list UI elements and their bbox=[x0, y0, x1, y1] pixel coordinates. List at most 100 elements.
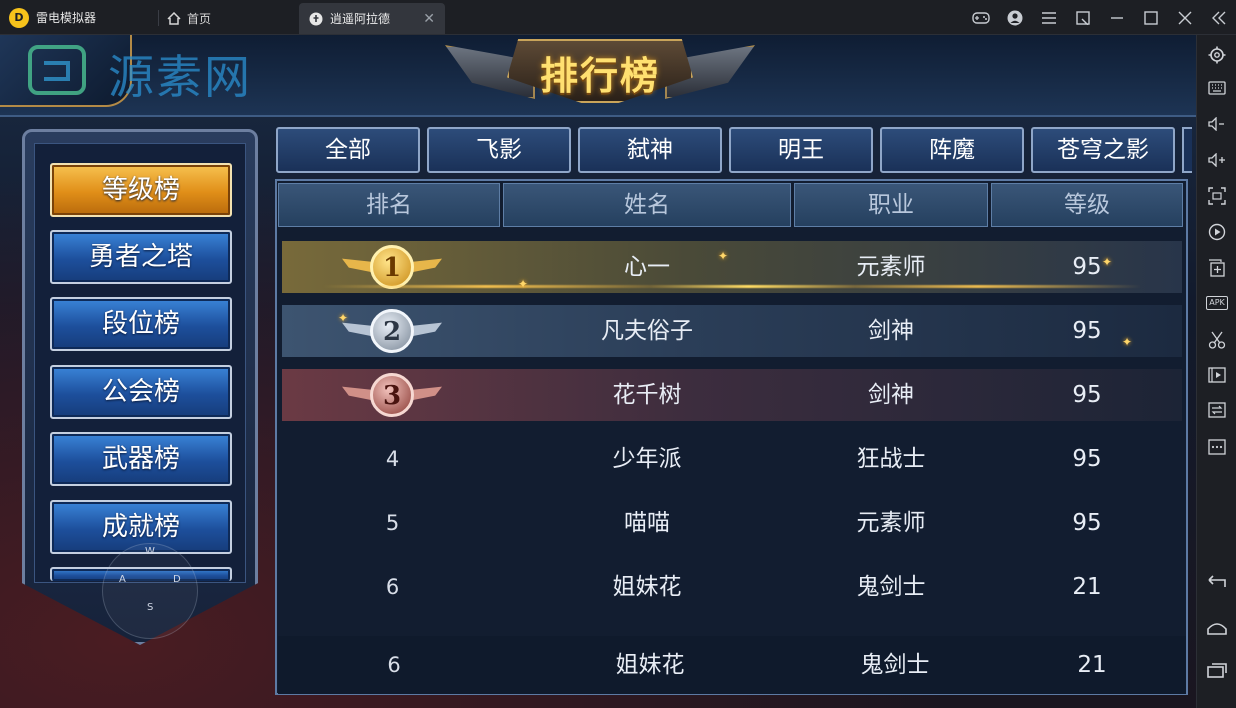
tab-shishen[interactable]: 弑神 bbox=[578, 127, 722, 173]
glow-streak bbox=[322, 285, 1142, 288]
player-name: 凡夫俗子 bbox=[601, 318, 693, 344]
my-level: 21 bbox=[1077, 652, 1107, 678]
column-header-class: 职业 bbox=[794, 183, 988, 227]
player-class: 剑神 bbox=[868, 318, 914, 344]
player-rank: 6 bbox=[385, 575, 400, 599]
joystick-key-down: S bbox=[147, 602, 154, 613]
tab-zhenmo[interactable]: 阵魔 bbox=[880, 127, 1024, 173]
tab-divider bbox=[158, 10, 159, 26]
player-level: 95 bbox=[1072, 446, 1102, 472]
sparkle-icon: ✦ bbox=[1102, 255, 1113, 269]
table-row[interactable]: 6 姐妹花 鬼剑士 21 bbox=[282, 561, 1182, 613]
table-row[interactable]: 2 凡夫俗子 剑神 95 ✦ ✦ bbox=[282, 305, 1182, 357]
table-row[interactable]: 5 喵喵 元素师 95 bbox=[282, 497, 1182, 549]
player-class: 狂战士 bbox=[856, 446, 926, 472]
volume-up-icon[interactable] bbox=[1197, 145, 1236, 175]
player-level: 95 bbox=[1072, 510, 1102, 536]
user-icon[interactable] bbox=[998, 0, 1032, 35]
joystick-key-left: A bbox=[119, 574, 126, 585]
home-icon bbox=[167, 11, 181, 25]
sparkle-icon: ✦ bbox=[338, 311, 349, 325]
sparkle-icon: ✦ bbox=[1122, 335, 1133, 349]
volume-down-icon[interactable] bbox=[1197, 109, 1236, 139]
gold-medal-icon: 1 bbox=[370, 245, 414, 289]
gamepad-icon[interactable] bbox=[964, 0, 998, 35]
menu-tier-rank-button[interactable]: 段位榜 bbox=[50, 297, 232, 351]
wasd-joystick[interactable]: W A D S bbox=[102, 543, 198, 639]
sync-icon[interactable] bbox=[1197, 395, 1236, 425]
scissors-icon[interactable] bbox=[1197, 325, 1236, 355]
table-row[interactable]: 1 心一 元素师 95 ✦ ✦ ✦ bbox=[282, 241, 1182, 293]
title-bar: D 雷电模拟器 首页 逍遥阿拉德 ✕ bbox=[0, 0, 1236, 35]
app-name: 雷电模拟器 bbox=[36, 11, 97, 25]
sparkle-icon: ✦ bbox=[518, 277, 529, 291]
tab-home[interactable]: 首页 bbox=[163, 6, 215, 30]
player-name: 姐妹花 bbox=[612, 574, 682, 600]
silver-medal-icon: 2 bbox=[370, 309, 414, 353]
screenshot-icon[interactable] bbox=[1197, 181, 1236, 211]
install-icon[interactable] bbox=[1197, 253, 1236, 283]
column-header-rank: 排名 bbox=[278, 183, 500, 227]
menu-level-rank-button[interactable]: 等级榜 bbox=[50, 163, 232, 217]
tab-mingwang[interactable]: 明王 bbox=[729, 127, 873, 173]
my-rank-row: 6 姐妹花 鬼剑士 21 bbox=[278, 636, 1186, 694]
player-class: 剑神 bbox=[868, 382, 914, 408]
my-class: 鬼剑士 bbox=[860, 652, 930, 678]
back-icon[interactable] bbox=[1197, 567, 1236, 597]
emulator-sidebar: APK bbox=[1196, 35, 1236, 708]
player-name: 少年派 bbox=[612, 446, 682, 472]
tab-cangqiong[interactable]: 苍穹之影 bbox=[1031, 127, 1175, 173]
emblem-logo-icon bbox=[28, 45, 86, 95]
menu-weapon-rank-button[interactable]: 武器榜 bbox=[50, 432, 232, 486]
joystick-key-right: D bbox=[173, 574, 181, 585]
player-rank: 5 bbox=[385, 511, 400, 535]
close-icon[interactable] bbox=[1168, 0, 1202, 35]
my-name: 姐妹花 bbox=[615, 652, 685, 678]
home-icon[interactable] bbox=[1197, 613, 1236, 643]
close-tab-icon[interactable]: ✕ bbox=[423, 11, 435, 27]
tab-all[interactable]: 全部 bbox=[276, 127, 420, 173]
window-icon[interactable] bbox=[1066, 0, 1100, 35]
menu-tower-button[interactable]: 勇者之塔 bbox=[50, 230, 232, 284]
collapse-icon[interactable] bbox=[1202, 0, 1236, 35]
player-level: 95 bbox=[1072, 318, 1102, 344]
more-icon[interactable] bbox=[1197, 432, 1236, 462]
tab-game[interactable]: 逍遥阿拉德 ✕ bbox=[299, 3, 445, 34]
table-row[interactable]: 4 少年派 狂战士 95 bbox=[282, 433, 1182, 485]
menu-guild-rank-button[interactable]: 公会榜 bbox=[50, 365, 232, 419]
apk-icon[interactable]: APK bbox=[1197, 288, 1236, 318]
bronze-medal-icon: 3 bbox=[370, 373, 414, 417]
watermark-text: 源素网 bbox=[108, 50, 252, 104]
table-row[interactable]: 3 花千树 剑神 95 bbox=[282, 369, 1182, 421]
player-name: 喵喵 bbox=[624, 510, 670, 536]
tab-game-label: 逍遥阿拉德 bbox=[330, 12, 391, 26]
player-name: 花千树 bbox=[612, 382, 682, 408]
player-class: 鬼剑士 bbox=[856, 574, 926, 600]
player-rank: 4 bbox=[385, 447, 400, 471]
sparkle-icon: ✦ bbox=[718, 249, 729, 263]
my-rank: 6 bbox=[387, 653, 401, 677]
player-level: 95 bbox=[1072, 382, 1102, 408]
tab-home-label: 首页 bbox=[187, 11, 212, 26]
page-title: 排行榜 bbox=[539, 54, 660, 98]
game-viewport[interactable]: 源素网 排行榜 等级榜 勇者之塔 段位榜 公会榜 武器榜 成就榜 W A D S… bbox=[0, 35, 1196, 708]
leaderboard-banner: 排行榜 bbox=[445, 35, 755, 117]
player-level: 21 bbox=[1072, 574, 1102, 600]
game-app-icon bbox=[309, 12, 323, 25]
keyboard-icon[interactable] bbox=[1197, 73, 1236, 103]
column-header-name: 姓名 bbox=[503, 183, 791, 227]
app-logo: D bbox=[9, 8, 29, 28]
maximize-icon[interactable] bbox=[1134, 0, 1168, 35]
joystick-key-up: W bbox=[145, 546, 155, 557]
video-icon[interactable] bbox=[1197, 360, 1236, 390]
settings-icon[interactable] bbox=[1197, 40, 1236, 70]
player-class: 元素师 bbox=[856, 510, 926, 536]
menu-icon[interactable] bbox=[1032, 0, 1066, 35]
record-icon[interactable] bbox=[1197, 217, 1236, 247]
apk-label: APK bbox=[1206, 296, 1228, 310]
recent-apps-icon[interactable] bbox=[1197, 655, 1236, 685]
tab-feiying[interactable]: 飞影 bbox=[427, 127, 571, 173]
minimize-icon[interactable] bbox=[1100, 0, 1134, 35]
column-header-level: 等级 bbox=[991, 183, 1183, 227]
tab-overflow-edge bbox=[1182, 127, 1192, 173]
